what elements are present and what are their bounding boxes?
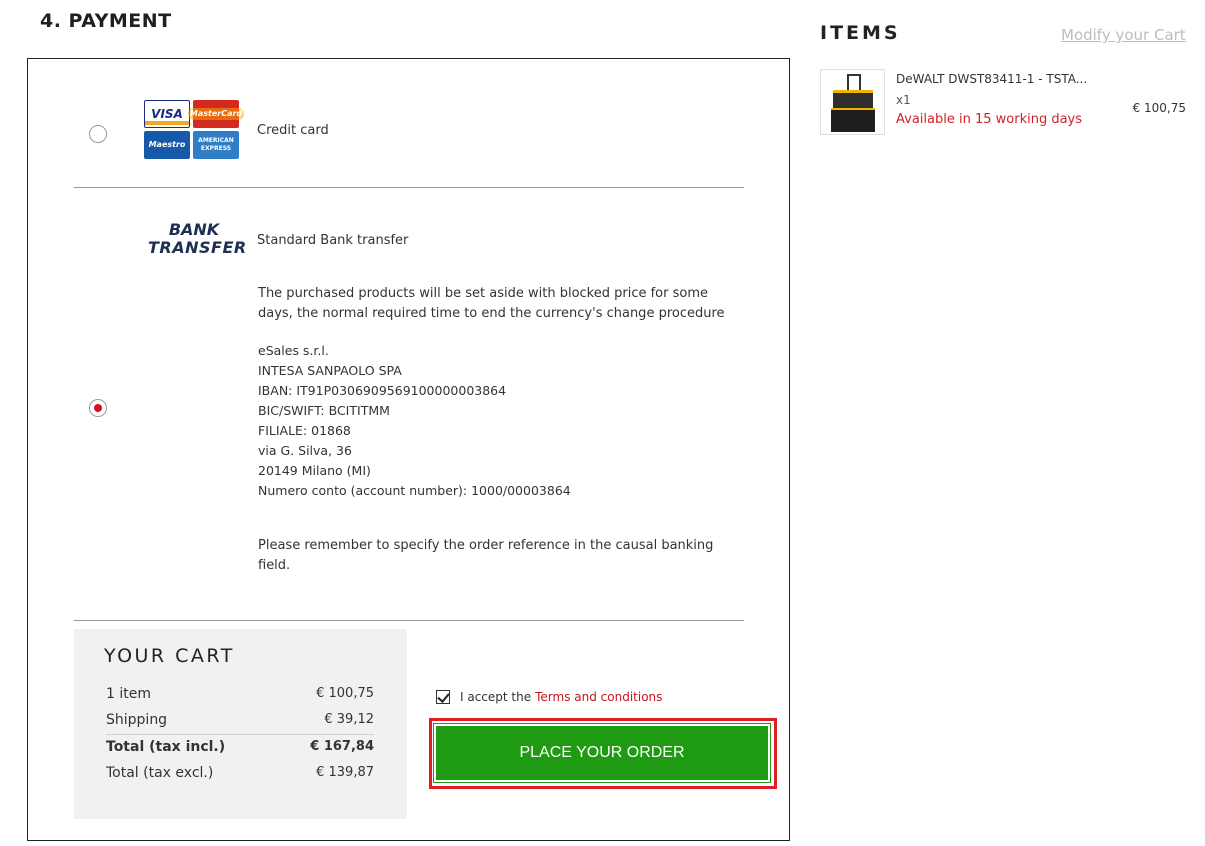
section-title: 4. PAYMENT [40, 10, 172, 32]
bank-reminder: Please remember to specify the order ref… [258, 536, 713, 576]
option-divider [74, 620, 744, 621]
bank-detail-line: Numero conto (account number): 1000/0000… [258, 483, 571, 498]
mastercard-logo-icon: MasterCard [187, 100, 245, 128]
cart-row-label: 1 item [106, 686, 151, 702]
reminder-line: field. [258, 558, 291, 573]
terms-row: I accept the Terms and conditions [436, 690, 662, 704]
items-title: ITEMS [820, 22, 901, 44]
place-order-button[interactable]: PLACE YOUR ORDER [433, 723, 771, 783]
credit-card-logos: VISA MasterCard Maestro AMERICAN EXPRESS [144, 100, 245, 160]
bank-description: The purchased products will be set aside… [258, 284, 725, 324]
cart-title: YOUR CART [104, 645, 235, 667]
bank-detail-line: via G. Silva, 36 [258, 443, 352, 458]
bank-detail-line: 20149 Milano (MI) [258, 463, 371, 478]
toolbox-handle-icon [847, 74, 861, 90]
bank-detail-line: BIC/SWIFT: BCITITMM [258, 403, 390, 418]
item-quantity: x1 [896, 93, 911, 107]
modify-cart-link[interactable]: Modify your Cart [1061, 26, 1186, 44]
bank-details: eSales s.r.l. INTESA SANPAOLO SPA IBAN: … [258, 341, 571, 501]
bank-logo-line1: BANK [168, 220, 220, 239]
maestro-logo-icon: Maestro [144, 131, 190, 159]
cart-summary: YOUR CART 1 item € 100,75 Shipping € 39,… [74, 629, 407, 819]
cart-separator [106, 734, 374, 735]
terms-link[interactable]: Terms and conditions [535, 690, 662, 704]
cart-row-total-excl: Total (tax excl.) € 139,87 [106, 765, 374, 781]
terms-prefix: I accept the [460, 690, 532, 704]
item-price: € 100,75 [1132, 101, 1186, 115]
item-name[interactable]: DeWALT DWST83411-1 - TSTA... [896, 72, 1087, 86]
cart-row-shipping: Shipping € 39,12 [106, 712, 374, 728]
cart-row-value: € 167,84 [310, 739, 374, 754]
bank-transfer-logo: BANK TRANSFER [148, 220, 247, 257]
bank-detail-line: eSales s.r.l. [258, 343, 329, 358]
cart-row-label: Shipping [106, 712, 168, 728]
bank-transfer-radio[interactable] [89, 399, 107, 417]
toolbox-bottom-icon [831, 108, 875, 132]
payment-box: VISA MasterCard Maestro AMERICAN EXPRESS… [27, 58, 790, 841]
description-line: The purchased products will be set aside… [258, 286, 708, 301]
bank-detail-line: IBAN: IT91P0306909569100000003864 [258, 383, 507, 398]
credit-card-radio[interactable] [89, 125, 107, 143]
visa-logo-icon: VISA [144, 100, 190, 128]
bank-detail-line: FILIALE: 01868 [258, 423, 351, 438]
cart-row-total-incl: Total (tax incl.) € 167,84 [106, 739, 374, 755]
cart-row-items: 1 item € 100,75 [106, 686, 374, 702]
amex-logo-icon: AMERICAN EXPRESS [193, 131, 239, 159]
cart-row-value: € 100,75 [316, 686, 374, 701]
cart-row-value: € 39,12 [324, 712, 374, 727]
cart-row-label: Total (tax incl.) [106, 739, 226, 755]
cart-row-value: € 139,87 [316, 765, 374, 780]
cart-row-label: Total (tax excl.) [106, 765, 214, 781]
reminder-line: Please remember to specify the order ref… [258, 538, 714, 553]
option-divider [74, 187, 744, 188]
description-line: days, the normal required time to end th… [258, 306, 725, 321]
item-availability: Available in 15 working days [896, 112, 1083, 127]
bank-logo-line2: TRANSFER [148, 238, 247, 257]
bank-detail-line: INTESA SANPAOLO SPA [258, 363, 402, 378]
credit-card-label[interactable]: Credit card [257, 123, 329, 138]
toolbox-top-icon [833, 90, 873, 108]
terms-checkbox[interactable] [436, 690, 450, 704]
bank-transfer-label[interactable]: Standard Bank transfer [257, 233, 408, 248]
item-thumbnail[interactable] [820, 69, 885, 135]
